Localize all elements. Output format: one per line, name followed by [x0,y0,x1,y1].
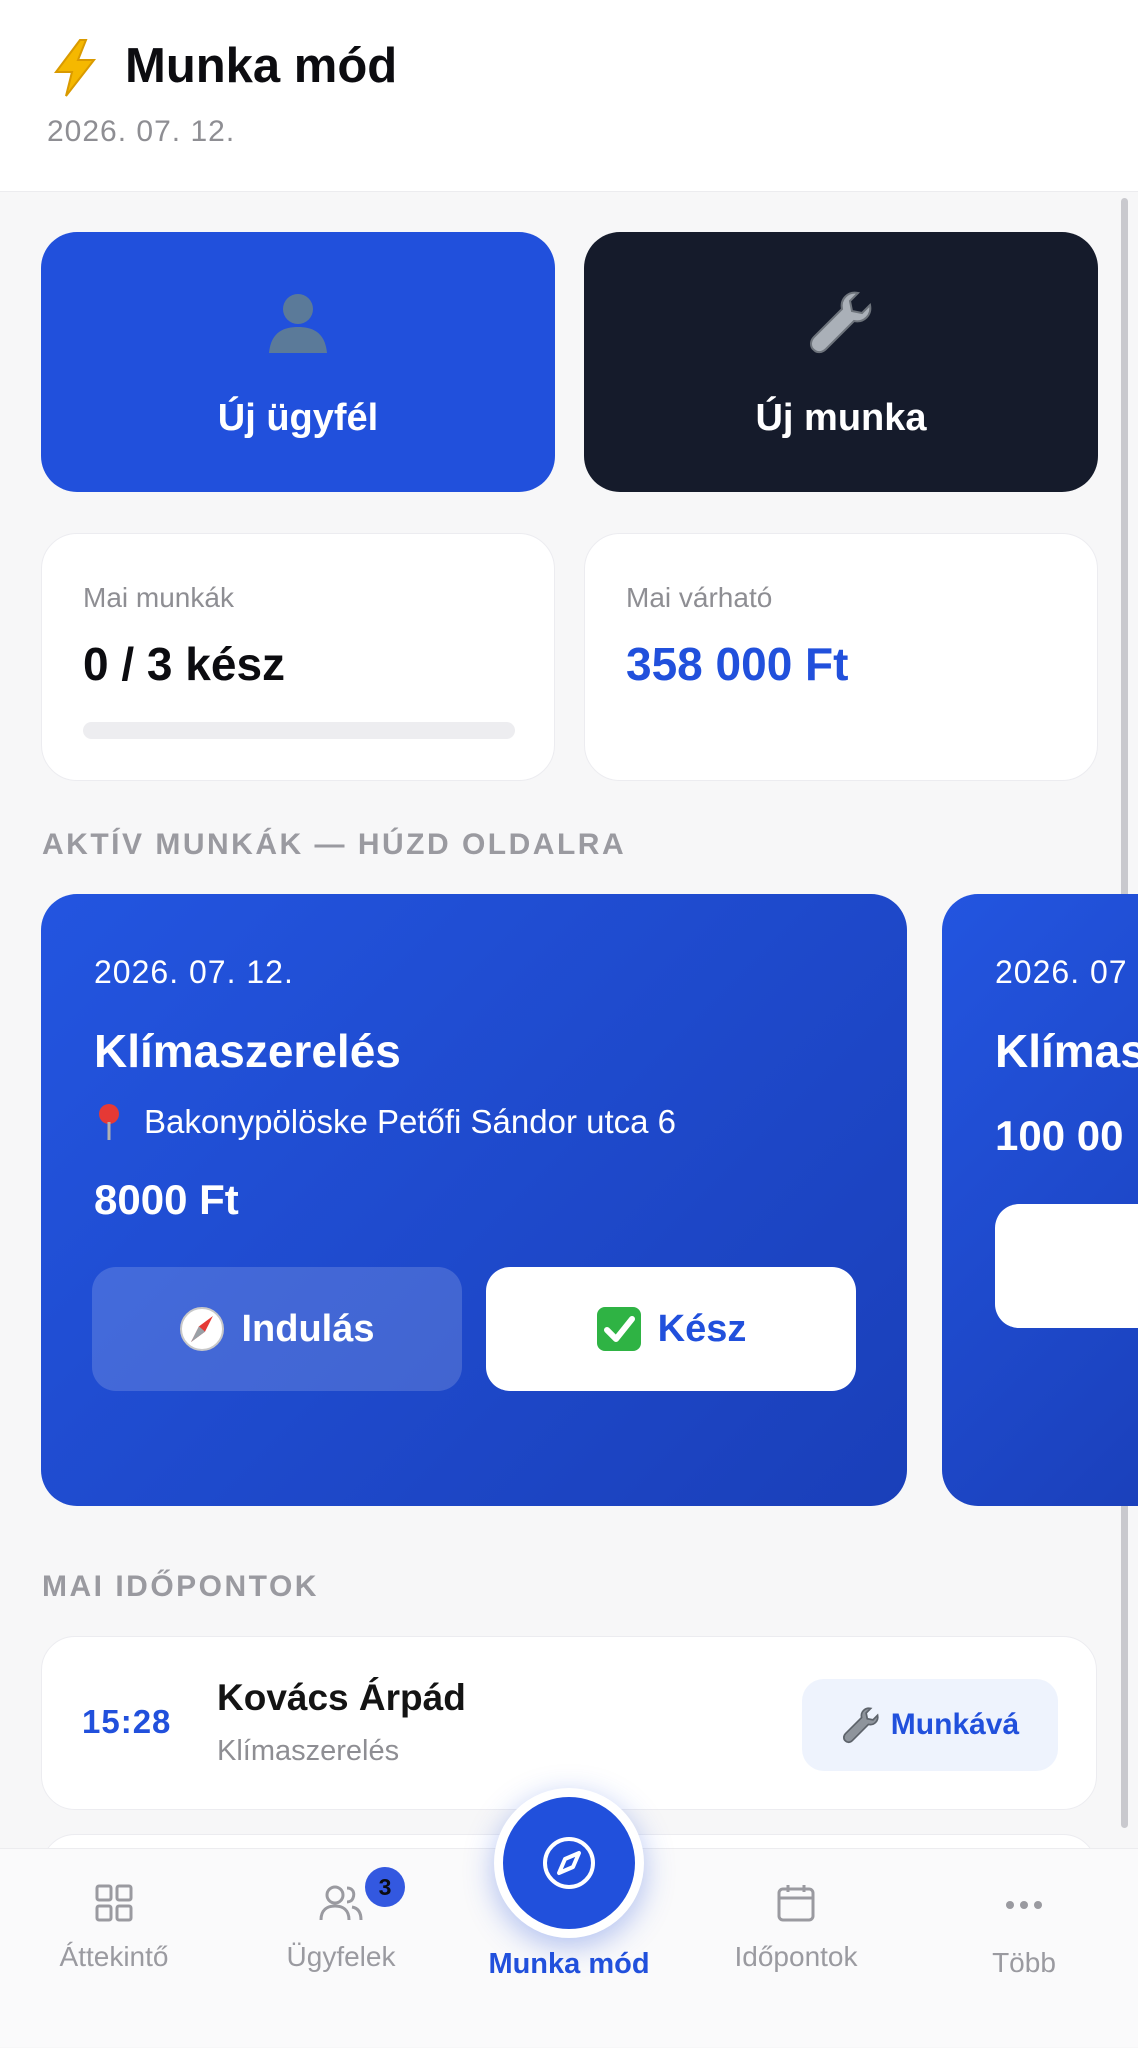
compass-icon [180,1307,225,1351]
users-icon [319,1885,363,1921]
appointment-time: 15:28 [82,1703,172,1740]
compass-icon [543,1837,595,1889]
tab-clients-label: Ügyfelek [286,1941,396,1972]
jobs-progress-bar [83,722,515,739]
tab-clients[interactable]: 3 Ügyfelek [227,1849,455,2048]
page-date: 2026. 07. 12. [47,115,236,148]
tab-work-mode-label[interactable]: Munka mód [455,1948,683,1981]
job-price: 100 00 [995,1112,1124,1159]
job-address: Bakonypölöske Petőfi Sándor utca 6 [94,1102,676,1142]
convert-to-job-label: Munkává [890,1708,1020,1741]
new-client-button[interactable]: Új ügyfél [41,232,555,492]
convert-to-job-button[interactable]: Munkává [802,1679,1058,1771]
today-jobs-card: Mai munkák 0 / 3 kész [41,533,555,781]
new-job-label: Új munka [755,397,927,439]
calendar-icon [777,1885,815,1922]
mark-done-label: Kész [657,1307,747,1350]
tab-overview[interactable]: Áttekintő [0,1849,228,2048]
tab-appointments[interactable]: Időpontok [682,1849,910,2048]
today-jobs-label: Mai munkák [83,582,234,613]
start-navigation-label: Indulás [241,1307,375,1350]
clients-badge: 3 [365,1867,405,1907]
active-job-card[interactable]: 2026. 07. 12. Klímaszerelés Bakonypölösk… [41,894,907,1506]
expected-income-card: Mai várható 358 000 Ft [584,533,1098,781]
job-price: 8000 Ft [94,1176,239,1223]
new-client-label: Új ügyfél [217,397,379,439]
appointment-item[interactable]: 15:28 Kovács Árpád Klímaszerelés Munkává [41,1636,1097,1810]
tab-appointments-label: Időpontok [734,1941,858,1972]
mark-done-button[interactable]: Kész [486,1267,856,1391]
job-title: Klímaszerelés [94,1025,401,1077]
page-title: Munka mód [125,39,398,93]
job-date: 2026. 07 [995,954,1128,990]
mark-done-button[interactable] [995,1204,1138,1328]
tab-overview-label: Áttekintő [59,1941,169,1972]
work-mode-fab[interactable] [494,1788,644,1938]
active-job-card[interactable]: 2026. 07 Klímas 100 00 [942,894,1138,1506]
tab-more[interactable]: Több [910,1849,1138,2048]
expected-income-value: 358 000 Ft [626,638,849,690]
more-icon [1006,1901,1042,1909]
appointments-heading: MAI IDŐPONTOK [42,1570,319,1603]
job-title: Klímas [995,1025,1138,1077]
appointment-service: Klímaszerelés [217,1735,400,1767]
lightning-icon [54,39,97,97]
job-date: 2026. 07. 12. [94,954,294,990]
tab-more-label: Több [992,1947,1056,1978]
new-job-button[interactable]: Új munka [584,232,1098,492]
grid-icon [95,1884,133,1922]
app-header: Munka mód 2026. 07. 12. [0,0,1138,192]
expected-income-label: Mai várható [626,582,773,613]
today-jobs-value: 0 / 3 kész [83,638,286,690]
wrench-icon [810,291,872,354]
person-icon [269,294,327,353]
active-jobs-heading: AKTÍV MUNKÁK — HÚZD OLDALRA [42,828,627,861]
wrench-icon [842,1707,879,1744]
checkmark-icon [596,1307,641,1351]
pin-icon [99,1104,119,1140]
job-address-text: Bakonypölöske Petőfi Sándor utca 6 [144,1103,677,1140]
start-navigation-button[interactable]: Indulás [92,1267,462,1391]
appointment-client-name: Kovács Árpád [217,1677,466,1718]
